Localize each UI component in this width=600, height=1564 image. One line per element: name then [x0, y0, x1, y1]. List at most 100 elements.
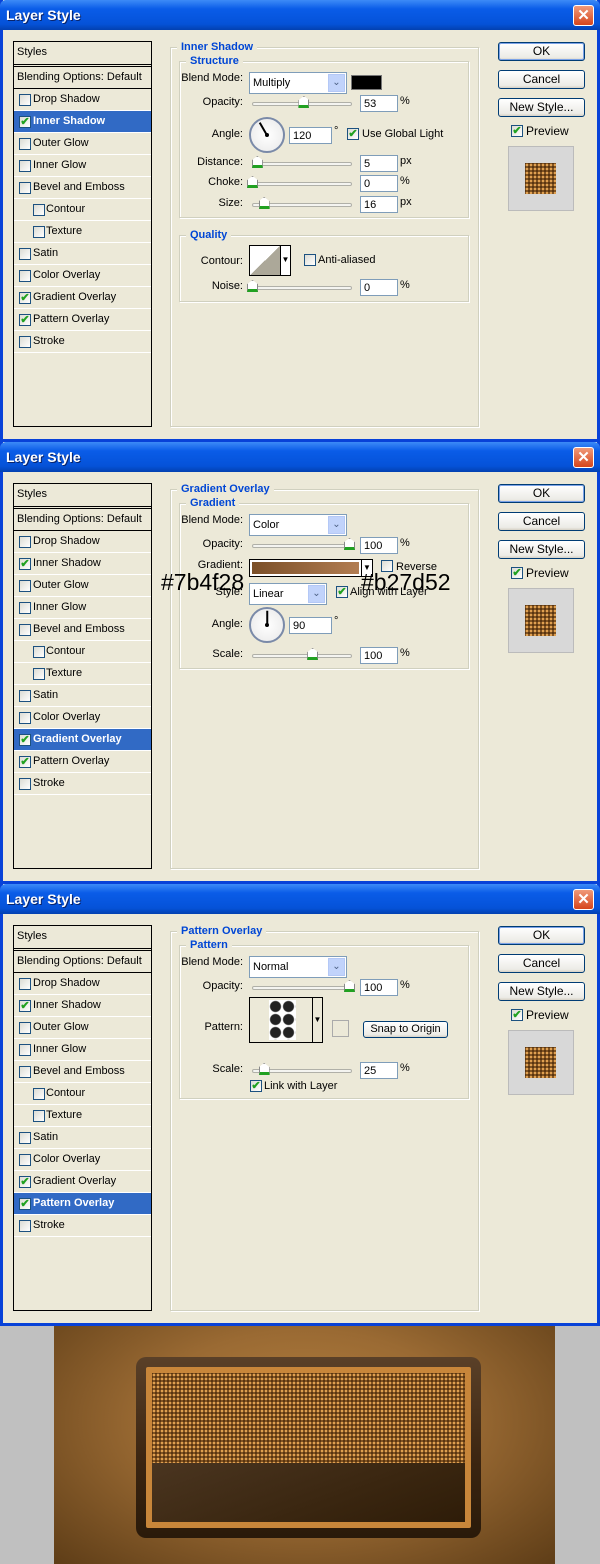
distance-slider[interactable] [252, 162, 352, 166]
title-bar[interactable]: Layer Style ✕ [0, 442, 600, 472]
style-checkbox[interactable]: ✔ [19, 1000, 31, 1012]
style-item-pattern-overlay[interactable]: ✔ Pattern Overlay [14, 309, 151, 331]
style-item-gradient-overlay[interactable]: ✔ Gradient Overlay [14, 287, 151, 309]
blend-mode-select[interactable]: Normal ⌄ [249, 956, 347, 978]
style-item-satin[interactable]: Satin [14, 243, 151, 265]
style-checkbox[interactable] [33, 1110, 45, 1122]
close-icon[interactable]: ✕ [573, 447, 594, 468]
angle-dial[interactable] [249, 117, 285, 153]
contour-picker[interactable]: ▼ [249, 245, 291, 276]
distance-input[interactable]: 5 [360, 155, 398, 172]
style-item-outer-glow[interactable]: Outer Glow [14, 133, 151, 155]
opacity-input[interactable]: 53 [360, 95, 398, 112]
opacity-slider[interactable] [252, 986, 352, 990]
style-select[interactable]: Linear ⌄ [249, 583, 327, 605]
preview-checkbox[interactable]: ✔ [511, 567, 523, 579]
use-global-light-checkbox[interactable]: ✔ [347, 128, 359, 140]
gradient-picker[interactable]: ▼ [249, 559, 373, 577]
style-item-inner-glow[interactable]: Inner Glow [14, 155, 151, 177]
style-checkbox[interactable] [19, 270, 31, 282]
style-item-contour[interactable]: Contour [14, 1083, 151, 1105]
style-checkbox[interactable] [19, 778, 31, 790]
style-checkbox[interactable] [19, 690, 31, 702]
style-checkbox[interactable] [19, 1044, 31, 1056]
style-item-drop-shadow[interactable]: Drop Shadow [14, 89, 151, 111]
style-checkbox[interactable]: ✔ [19, 734, 31, 746]
noise-input[interactable]: 0 [360, 279, 398, 296]
blending-options-item[interactable]: Blending Options: Default [14, 509, 151, 531]
style-checkbox[interactable]: ✔ [19, 756, 31, 768]
style-item-color-overlay[interactable]: Color Overlay [14, 265, 151, 287]
scale-input[interactable]: 100 [360, 647, 398, 664]
shadow-color-swatch[interactable] [351, 75, 382, 90]
anti-aliased-checkbox[interactable] [304, 254, 316, 266]
style-checkbox[interactable] [19, 712, 31, 724]
style-checkbox[interactable]: ✔ [19, 558, 31, 570]
size-input[interactable]: 16 [360, 196, 398, 213]
style-item-color-overlay[interactable]: Color Overlay [14, 707, 151, 729]
noise-slider[interactable] [252, 286, 352, 290]
cancel-button[interactable]: Cancel [498, 512, 585, 531]
style-checkbox[interactable] [19, 336, 31, 348]
style-item-inner-shadow[interactable]: ✔ Inner Shadow [14, 995, 151, 1017]
style-item-satin[interactable]: Satin [14, 685, 151, 707]
style-checkbox[interactable] [33, 204, 45, 216]
blending-options-item[interactable]: Blending Options: Default [14, 951, 151, 973]
ok-button[interactable]: OK [498, 926, 585, 945]
styles-header[interactable]: Styles [14, 42, 151, 67]
new-style-button[interactable]: New Style... [498, 98, 585, 117]
style-item-stroke[interactable]: Stroke [14, 773, 151, 795]
style-item-contour[interactable]: Contour [14, 199, 151, 221]
style-checkbox[interactable]: ✔ [19, 292, 31, 304]
style-checkbox[interactable] [19, 624, 31, 636]
choke-input[interactable]: 0 [360, 175, 398, 192]
style-checkbox[interactable] [19, 1066, 31, 1078]
angle-input[interactable]: 90 [289, 617, 332, 634]
cancel-button[interactable]: Cancel [498, 70, 585, 89]
opacity-slider[interactable] [252, 544, 352, 548]
style-item-satin[interactable]: Satin [14, 1127, 151, 1149]
style-checkbox[interactable]: ✔ [19, 116, 31, 128]
style-item-bevel-and-emboss[interactable]: Bevel and Emboss [14, 177, 151, 199]
style-item-stroke[interactable]: Stroke [14, 331, 151, 353]
new-style-button[interactable]: New Style... [498, 982, 585, 1001]
title-bar[interactable]: Layer Style ✕ [0, 884, 600, 914]
style-item-inner-glow[interactable]: Inner Glow [14, 1039, 151, 1061]
style-item-bevel-and-emboss[interactable]: Bevel and Emboss [14, 619, 151, 641]
cancel-button[interactable]: Cancel [498, 954, 585, 973]
style-checkbox[interactable] [19, 602, 31, 614]
style-item-texture[interactable]: Texture [14, 221, 151, 243]
styles-header[interactable]: Styles [14, 484, 151, 509]
style-checkbox[interactable] [19, 536, 31, 548]
new-preset-icon[interactable] [332, 1020, 349, 1037]
opacity-input[interactable]: 100 [360, 979, 398, 996]
chevron-down-icon[interactable]: ⌄ [328, 516, 345, 534]
angle-dial[interactable] [249, 607, 285, 643]
style-checkbox[interactable] [19, 1022, 31, 1034]
link-with-layer-checkbox[interactable]: ✔ [250, 1080, 262, 1092]
ok-button[interactable]: OK [498, 42, 585, 61]
style-item-stroke[interactable]: Stroke [14, 1215, 151, 1237]
style-checkbox[interactable] [33, 668, 45, 680]
style-checkbox[interactable] [19, 160, 31, 172]
scale-slider[interactable] [252, 654, 352, 658]
chevron-down-icon[interactable]: ▼ [280, 246, 290, 275]
chevron-down-icon[interactable]: ▼ [312, 998, 322, 1042]
chevron-down-icon[interactable]: ⌄ [308, 585, 325, 603]
style-checkbox[interactable]: ✔ [19, 1198, 31, 1210]
style-item-bevel-and-emboss[interactable]: Bevel and Emboss [14, 1061, 151, 1083]
new-style-button[interactable]: New Style... [498, 540, 585, 559]
style-item-texture[interactable]: Texture [14, 1105, 151, 1127]
style-item-inner-shadow[interactable]: ✔ Inner Shadow [14, 111, 151, 133]
blending-options-item[interactable]: Blending Options: Default [14, 67, 151, 89]
style-checkbox[interactable] [19, 248, 31, 260]
style-checkbox[interactable] [19, 1132, 31, 1144]
close-icon[interactable]: ✕ [573, 5, 594, 26]
style-item-outer-glow[interactable]: Outer Glow [14, 1017, 151, 1039]
style-item-outer-glow[interactable]: Outer Glow [14, 575, 151, 597]
styles-header[interactable]: Styles [14, 926, 151, 951]
style-checkbox[interactable] [19, 1154, 31, 1166]
preview-checkbox[interactable]: ✔ [511, 125, 523, 137]
style-checkbox[interactable] [19, 580, 31, 592]
blend-mode-select[interactable]: Multiply ⌄ [249, 72, 347, 94]
